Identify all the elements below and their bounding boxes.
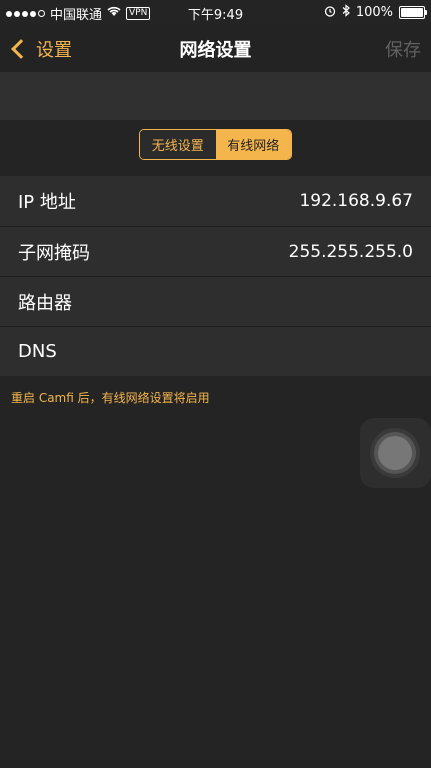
row-subnet-mask[interactable]: 子网掩码 255.255.255.0 [0, 226, 431, 276]
alarm-icon [324, 5, 336, 21]
assistive-touch-button[interactable] [360, 418, 431, 488]
status-right: 100% [324, 4, 427, 21]
save-button[interactable]: 保存 [385, 36, 421, 62]
navigation-bar: 设置 网络设置 保存 [0, 24, 431, 72]
assistive-touch-icon [378, 436, 412, 470]
segment-wired[interactable]: 有线网络 [215, 130, 291, 159]
network-settings-list: IP 地址 192.168.9.67 子网掩码 255.255.255.0 路由… [0, 176, 431, 376]
back-button[interactable]: 设置 [10, 36, 72, 62]
header-strip [0, 72, 431, 120]
restart-note: 重启 Camfi 后，有线网络设置将启用 [11, 391, 210, 405]
ip-value: 192.168.9.67 [299, 191, 413, 211]
row-router[interactable]: 路由器 [0, 276, 431, 326]
bluetooth-icon [342, 4, 350, 21]
ip-label: IP 地址 [18, 192, 76, 213]
row-ip-address[interactable]: IP 地址 192.168.9.67 [0, 176, 431, 226]
dns-label: DNS [18, 341, 57, 362]
network-type-segmented-control: 无线设置 有线网络 [139, 129, 292, 160]
subnet-value: 255.255.255.0 [288, 241, 413, 262]
segment-wireless[interactable]: 无线设置 [140, 130, 216, 159]
row-dns[interactable]: DNS [0, 326, 431, 376]
battery-percent: 100% [355, 5, 393, 20]
chevron-left-icon [11, 39, 31, 59]
subnet-label: 子网掩码 [18, 242, 90, 264]
battery-icon [399, 6, 427, 19]
router-label: 路由器 [18, 292, 72, 314]
back-label: 设置 [36, 40, 72, 61]
status-bar: 中国联通 VPN 下午9:49 100% [0, 0, 431, 24]
